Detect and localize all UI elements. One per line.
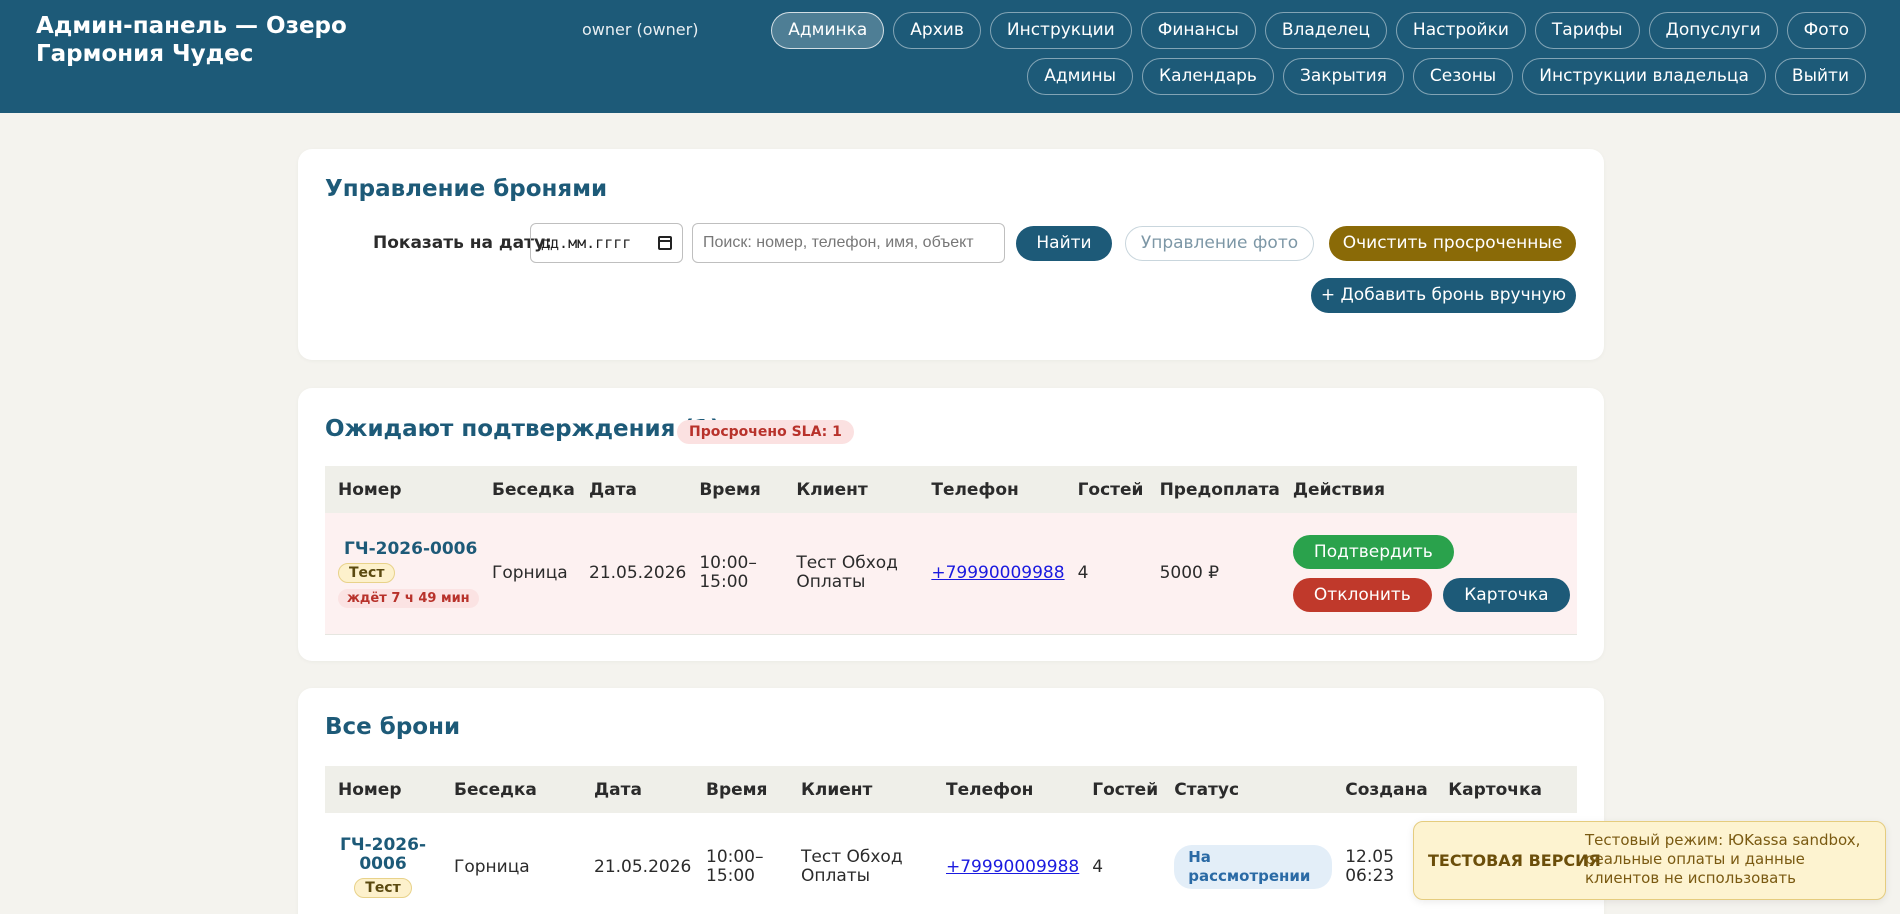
pending-title: Ожидают подтверждения (1): [325, 416, 721, 442]
col-date: Дата: [576, 466, 687, 513]
nav-settings[interactable]: Настройки: [1395, 12, 1526, 49]
top-header: Админ-панель — Озеро Гармония Чудес owne…: [0, 0, 1900, 113]
col-number: Номер: [325, 466, 479, 513]
phone-link[interactable]: +79990009988: [931, 563, 1064, 583]
main-nav: Админка Архив Инструкции Финансы Владеле…: [671, 12, 1866, 95]
nav-admins[interactable]: Админы: [1027, 58, 1134, 95]
cell-guests: 4: [1079, 813, 1162, 914]
pending-table: Номер Беседка Дата Время Клиент Телефон …: [325, 466, 1577, 635]
all-bookings-table: Номер Беседка Дата Время Клиент Телефон …: [325, 766, 1577, 914]
add-booking-button[interactable]: + Добавить бронь вручную: [1311, 278, 1576, 313]
find-button[interactable]: Найти: [1016, 226, 1112, 261]
toast-title: ТЕСТОВАЯ ВЕРСИЯ: [1428, 851, 1601, 870]
manage-title: Управление бронями: [325, 176, 608, 202]
cell-client: Тест Обход Оплаты: [788, 813, 933, 914]
nav-logout[interactable]: Выйти: [1774, 58, 1866, 95]
reject-button[interactable]: Отклонить: [1292, 577, 1432, 612]
col-gazebo: Беседка: [441, 766, 581, 813]
date-input[interactable]: дд.мм.гггг: [530, 223, 683, 263]
booking-number-link[interactable]: ГЧ-2026-0006: [338, 539, 479, 559]
pending-header-row: Номер Беседка Дата Время Клиент Телефон …: [325, 466, 1577, 513]
nav-tariffs[interactable]: Тарифы: [1534, 12, 1640, 49]
col-guests: Гостей: [1079, 766, 1162, 813]
col-status: Статус: [1161, 766, 1333, 813]
col-number: Номер: [325, 766, 441, 813]
col-guests: Гостей: [1064, 466, 1147, 513]
cell-phone: +79990009988: [918, 513, 1065, 635]
table-row: ГЧ-2026-0006 Тест ждёт 7 ч 49 мин Горниц…: [325, 513, 1577, 635]
status-badge: На рассмотрении: [1174, 844, 1333, 889]
cell-prepay: 5000 ₽: [1146, 513, 1280, 635]
col-phone: Телефон: [933, 766, 1080, 813]
col-prepay: Предоплата: [1146, 466, 1280, 513]
col-client: Клиент: [788, 766, 933, 813]
nav-instructions[interactable]: Инструкции: [989, 12, 1132, 49]
nav-archive[interactable]: Архив: [893, 12, 981, 49]
date-placeholder: дд.мм.гггг: [541, 234, 632, 252]
nav-seasons[interactable]: Сезоны: [1412, 58, 1514, 95]
cell-number: ГЧ-2026-0006 Тест: [325, 813, 441, 914]
nav-calendar[interactable]: Календарь: [1142, 58, 1274, 95]
cell-time: 10:00–15:00: [693, 813, 788, 914]
search-input[interactable]: Поиск: номер, телефон, имя, объект: [692, 223, 1005, 263]
card-button[interactable]: Карточка: [1443, 577, 1570, 612]
test-tag: Тест: [338, 562, 396, 583]
col-gazebo: Беседка: [479, 466, 576, 513]
col-time: Время: [693, 766, 788, 813]
calendar-icon[interactable]: [658, 236, 672, 250]
manage-bookings-card: Управление бронями Показать на дату: дд.…: [298, 149, 1604, 360]
booking-number-link[interactable]: ГЧ-2026-0006: [325, 835, 441, 874]
date-filter-label: Показать на дату:: [373, 233, 552, 253]
pending-bookings-card: Ожидают подтверждения (1) Просрочено SLA…: [298, 388, 1604, 661]
toast-text: Тестовый режим: ЮKassa sandbox, реальные…: [1585, 831, 1861, 887]
col-created: Создана: [1332, 766, 1436, 813]
cell-client: Тест Обход Оплаты: [783, 513, 919, 635]
nav-admin[interactable]: Админка: [771, 12, 885, 49]
cell-status: На рассмотрении: [1161, 813, 1333, 914]
all-title: Все брони: [325, 714, 461, 740]
cell-date: 21.05.2026: [581, 813, 693, 914]
cell-number: ГЧ-2026-0006 Тест ждёт 7 ч 49 мин: [325, 513, 479, 635]
nav-extras[interactable]: Допуслуги: [1648, 12, 1778, 49]
test-mode-toast: ТЕСТОВАЯ ВЕРСИЯ Тестовый режим: ЮKassa s…: [1413, 821, 1886, 900]
col-actions: Действия: [1279, 466, 1577, 513]
nav-photo[interactable]: Фото: [1786, 12, 1866, 49]
clear-expired-button[interactable]: Очистить просроченные: [1329, 226, 1576, 261]
cell-actions: Подтвердить Отклонить Карточка: [1279, 513, 1577, 635]
col-phone: Телефон: [918, 466, 1065, 513]
table-row: ГЧ-2026-0006 Тест Горница 21.05.2026 10:…: [325, 813, 1577, 914]
photo-manage-button[interactable]: Управление фото: [1125, 226, 1314, 261]
cell-guests: 4: [1064, 513, 1147, 635]
wait-time-badge: ждёт 7 ч 49 мин: [338, 588, 479, 608]
col-date: Дата: [581, 766, 693, 813]
phone-link[interactable]: +79990009988: [946, 857, 1079, 877]
cell-time: 10:00– 15:00: [686, 513, 784, 635]
nav-owner-instructions[interactable]: Инструкции владельца: [1522, 58, 1766, 95]
all-bookings-card: Все брони Номер Беседка Дата Время Клиен…: [298, 688, 1604, 914]
test-tag: Тест: [354, 877, 412, 898]
sla-overdue-badge: Просрочено SLA: 1: [677, 420, 854, 444]
filters-bar: Показать на дату: дд.мм.гггг Поиск: номе…: [298, 223, 1604, 263]
col-time: Время: [686, 466, 784, 513]
confirm-button[interactable]: Подтвердить: [1292, 534, 1454, 569]
nav-closures[interactable]: Закрытия: [1282, 58, 1404, 95]
cell-date: 21.05.2026: [576, 513, 687, 635]
col-card: Карточка: [1435, 766, 1577, 813]
cell-gazebo: Горница: [479, 513, 576, 635]
nav-owner[interactable]: Владелец: [1264, 12, 1387, 49]
app-title: Админ-панель — Озеро Гармония Чудес: [36, 13, 347, 67]
all-header-row: Номер Беседка Дата Время Клиент Телефон …: [325, 766, 1577, 813]
nav-finance[interactable]: Финансы: [1140, 12, 1256, 49]
cell-gazebo: Горница: [441, 813, 581, 914]
cell-phone: +79990009988: [933, 813, 1080, 914]
col-client: Клиент: [783, 466, 919, 513]
